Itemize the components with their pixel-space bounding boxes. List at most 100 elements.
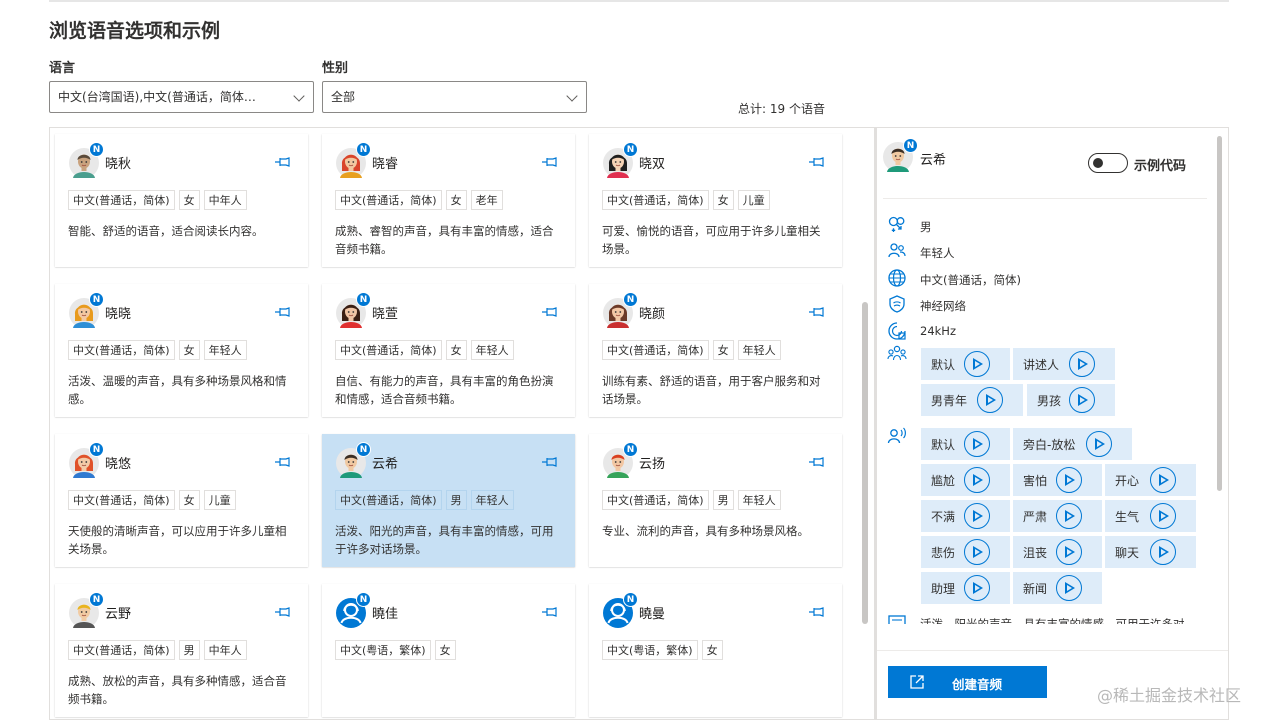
voice-grid: N 晓秋 中文(普通话，简体) 女中年人 智能、舒适的语音，适合阅读长内容。 N 晓睿 中文(… bbox=[49, 127, 875, 720]
frequency-icon bbox=[888, 322, 906, 340]
play-icon[interactable] bbox=[1056, 467, 1082, 493]
voice-tags: 中文(普通话，简体) 女年轻人 bbox=[68, 340, 247, 360]
sample-code-toggle[interactable] bbox=[1088, 153, 1128, 173]
style-chip[interactable]: 害怕 bbox=[1013, 464, 1102, 496]
voice-card[interactable]: N 晓悠 中文(普通话，简体) 女儿童 天使般的清晰声音，可以应用于许多儿童相关场景。 bbox=[55, 434, 308, 567]
voice-tag: 中文(普通话，简体) bbox=[602, 190, 709, 210]
neural-badge: N bbox=[623, 442, 638, 457]
play-icon[interactable] bbox=[964, 539, 990, 565]
voice-tags: 中文(粤语，繁体) 女 bbox=[602, 640, 723, 660]
top-divider bbox=[49, 0, 1229, 2]
play-icon[interactable] bbox=[964, 503, 990, 529]
detail-gender: 男 bbox=[920, 220, 932, 234]
play-icon[interactable] bbox=[1069, 351, 1095, 377]
style-chip[interactable]: 聊天 bbox=[1105, 536, 1196, 568]
style-chip[interactable]: 旁白-放松 bbox=[1013, 428, 1132, 460]
play-icon[interactable] bbox=[964, 467, 990, 493]
voice-description: 活泼、温暖的声音，具有多种场景风格和情感。 bbox=[68, 374, 287, 406]
style-chip[interactable]: 默认 bbox=[921, 428, 1010, 460]
voice-description: 天使般的清晰声音，可以应用于许多儿童相关场景。 bbox=[68, 524, 287, 556]
style-chip[interactable]: 严肃 bbox=[1013, 500, 1102, 532]
play-icon[interactable] bbox=[977, 387, 1003, 413]
play-icon[interactable] bbox=[1150, 503, 1176, 529]
pin-icon[interactable] bbox=[808, 606, 824, 618]
pin-icon[interactable] bbox=[541, 306, 557, 318]
role-chip[interactable]: 默认 bbox=[921, 348, 1010, 380]
role-chip[interactable]: 讲述人 bbox=[1013, 348, 1115, 380]
play-icon[interactable] bbox=[964, 431, 990, 457]
voice-tag: 年轻人 bbox=[737, 490, 781, 510]
voice-tag: 老年 bbox=[470, 190, 503, 210]
pin-icon[interactable] bbox=[808, 306, 824, 318]
voice-tags: 中文(普通话，简体) 女年轻人 bbox=[602, 340, 781, 360]
neural-badge: N bbox=[356, 442, 371, 457]
voice-card[interactable]: N 晓秋 中文(普通话，简体) 女中年人 智能、舒适的语音，适合阅读长内容。 bbox=[55, 134, 308, 267]
pin-icon[interactable] bbox=[274, 456, 290, 468]
voice-name: 晓睿 bbox=[372, 157, 399, 172]
voice-tag: 女 bbox=[712, 340, 734, 360]
grid-scrollbar[interactable] bbox=[862, 302, 868, 624]
pin-icon[interactable] bbox=[541, 606, 557, 618]
style-chip[interactable]: 开心 bbox=[1105, 464, 1196, 496]
voice-name: 晓颜 bbox=[639, 307, 666, 322]
style-chip[interactable]: 助理 bbox=[921, 572, 1010, 604]
detail-type: 神经网络 bbox=[920, 299, 966, 313]
chip-label: 默认 bbox=[931, 437, 956, 452]
voice-card[interactable]: N 晓晓 中文(普通话，简体) 女年轻人 活泼、温暖的声音，具有多种场景风格和情感。 bbox=[55, 284, 308, 417]
play-icon[interactable] bbox=[964, 351, 990, 377]
voice-tag: 男 bbox=[178, 640, 200, 660]
neural-badge: N bbox=[623, 292, 638, 307]
voice-card[interactable]: N 云扬 中文(普通话，简体) 男年轻人 专业、流利的声音，具有多种场景风格。 bbox=[589, 434, 842, 567]
play-icon[interactable] bbox=[1086, 431, 1112, 457]
create-audio-button[interactable]: 创建音频 bbox=[888, 666, 1047, 698]
voice-card[interactable]: N 晓颜 中文(普通话，简体) 女年轻人 训练有素、舒适的语音，用于客户服务和对话场景。 bbox=[589, 284, 842, 417]
chip-label: 男孩 bbox=[1037, 393, 1062, 408]
voice-name: 晓萱 bbox=[372, 307, 399, 322]
style-chip[interactable]: 生气 bbox=[1105, 500, 1196, 532]
pin-icon[interactable] bbox=[541, 456, 557, 468]
style-chip[interactable]: 尴尬 bbox=[921, 464, 1010, 496]
voice-card[interactable]: N 云野 中文(普通话，简体) 男中年人 成熟、放松的声音，具有多种情感，适合音频书籍。 bbox=[55, 584, 308, 717]
voice-tag: 女 bbox=[434, 640, 456, 660]
chip-label: 沮丧 bbox=[1023, 545, 1048, 560]
role-chip[interactable]: 男青年 bbox=[921, 384, 1023, 416]
style-chip[interactable]: 沮丧 bbox=[1013, 536, 1102, 568]
role-chip[interactable]: 男孩 bbox=[1027, 384, 1115, 416]
voice-card[interactable]: N 曉曼 中文(粤语，繁体) 女 bbox=[589, 584, 842, 717]
play-icon[interactable] bbox=[964, 575, 990, 601]
language-select[interactable]: 中文(台湾国语),中文(普通话，简体… bbox=[49, 81, 314, 113]
voice-description: 可爱、愉悦的语音，可应用于许多儿童相关场景。 bbox=[602, 224, 821, 256]
gender-label: 性别 bbox=[322, 61, 349, 76]
neural-badge: N bbox=[356, 592, 371, 607]
open-external-icon bbox=[910, 675, 924, 689]
pin-icon[interactable] bbox=[541, 156, 557, 168]
pin-icon[interactable] bbox=[274, 156, 290, 168]
voice-card[interactable]: N 曉佳 中文(粤语，繁体) 女 bbox=[322, 584, 575, 717]
pin-icon[interactable] bbox=[808, 456, 824, 468]
style-chip[interactable]: 新闻 bbox=[1013, 572, 1102, 604]
chip-label: 聊天 bbox=[1115, 545, 1140, 560]
chip-label: 助理 bbox=[931, 581, 956, 596]
style-chip[interactable]: 不满 bbox=[921, 500, 1010, 532]
play-icon[interactable] bbox=[1056, 503, 1082, 529]
voice-tag: 儿童 bbox=[203, 490, 236, 510]
voice-card[interactable]: N 晓萱 中文(普通话，简体) 女年轻人 自信、有能力的声音，具有丰富的角色扮演和情感，… bbox=[322, 284, 575, 417]
pin-icon[interactable] bbox=[274, 306, 290, 318]
play-icon[interactable] bbox=[1056, 575, 1082, 601]
voice-card[interactable]: N 晓双 中文(普通话，简体) 女儿童 可爱、愉悦的语音，可应用于许多儿童相关场景。 bbox=[589, 134, 842, 267]
detail-scrollbar[interactable] bbox=[1217, 136, 1222, 491]
play-icon[interactable] bbox=[1069, 387, 1095, 413]
voice-card[interactable]: N 晓睿 中文(普通话，简体) 女老年 成熟、睿智的声音，具有丰富的情感，适合音频书籍。 bbox=[322, 134, 575, 267]
play-icon[interactable] bbox=[1056, 539, 1082, 565]
voice-tags: 中文(普通话，简体) 女中年人 bbox=[68, 190, 247, 210]
avatar: N bbox=[336, 592, 371, 628]
pin-icon[interactable] bbox=[274, 606, 290, 618]
style-chip[interactable]: 悲伤 bbox=[921, 536, 1010, 568]
chip-label: 不满 bbox=[931, 509, 956, 524]
voice-card[interactable]: N 云希 中文(普通话，简体) 男年轻人 活泼、阳光的声音，具有丰富的情感，可用于许多对… bbox=[322, 434, 575, 567]
pin-icon[interactable] bbox=[808, 156, 824, 168]
play-icon[interactable] bbox=[1150, 539, 1176, 565]
play-icon[interactable] bbox=[1150, 467, 1176, 493]
gender-select[interactable]: 全部 bbox=[322, 81, 587, 113]
voice-tag: 年轻人 bbox=[203, 340, 247, 360]
